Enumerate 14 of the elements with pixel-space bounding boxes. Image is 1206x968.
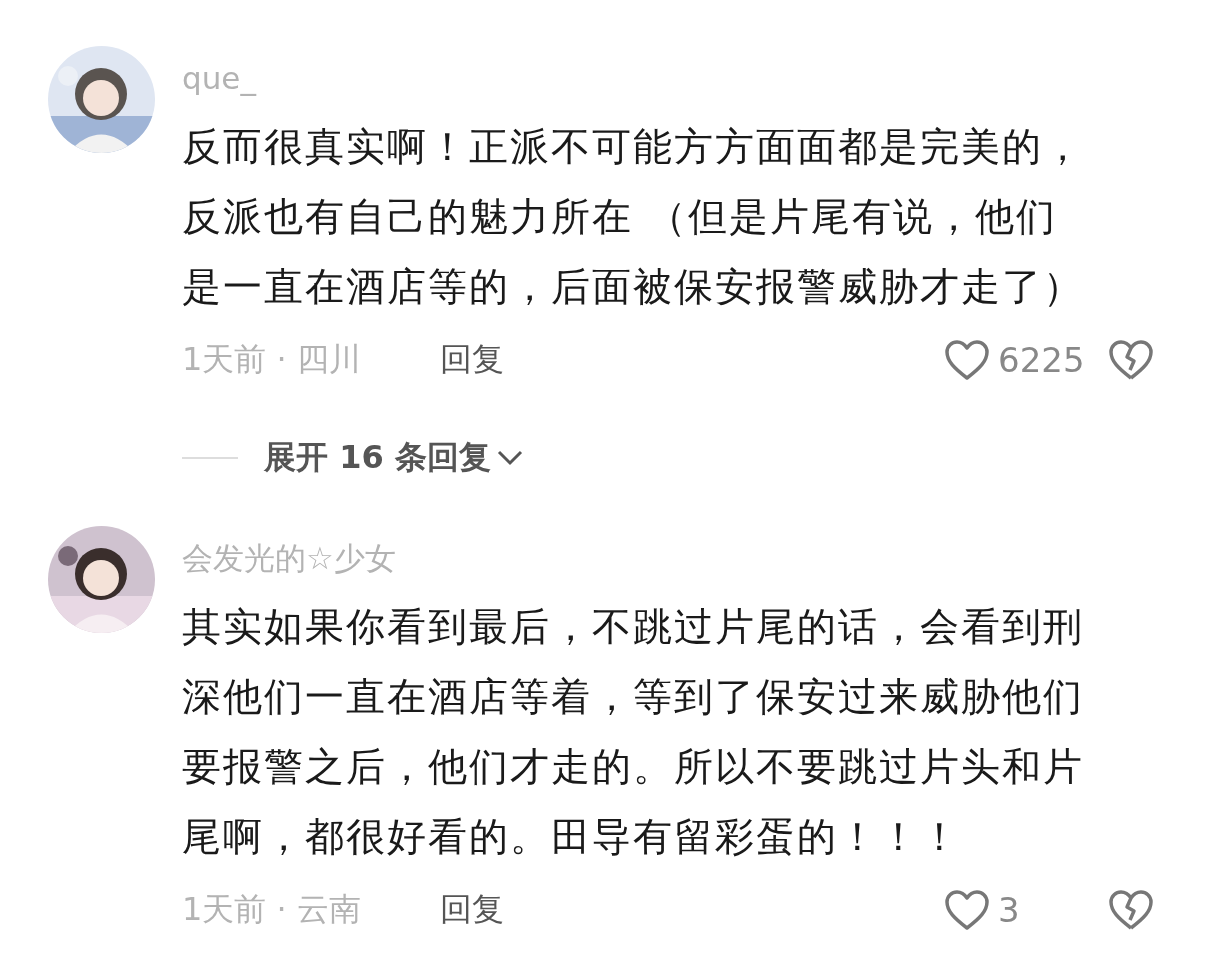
chevron-down-icon (496, 450, 523, 466)
broken-heart-icon[interactable] (1108, 339, 1154, 381)
expand-replies-button[interactable]: 展开 16 条回复 (264, 436, 523, 480)
like-count: 6225 (998, 340, 1086, 380)
comment-meta: 1天前 · 四川 (182, 339, 362, 380)
comment-text: 反而很真实啊！正派不可能方方面面都是完美的， 反派也有自己的魅力所在 （但是片尾有说，他们 是一直在酒店等的，后面被保安报警威胁才走了） (182, 123, 1085, 311)
reply-button[interactable]: 回复 (440, 888, 504, 932)
heart-icon[interactable] (944, 889, 990, 931)
like-count: 3 (998, 890, 1021, 930)
broken-heart-icon[interactable] (1108, 889, 1154, 931)
comment-meta: 1天前 · 云南 (182, 889, 362, 930)
reply-button[interactable]: 回复 (440, 338, 504, 382)
heart-icon[interactable] (944, 339, 990, 381)
comment-text: 其实如果你看到最后，不跳过片尾的话，会看到刑 深他们一直在酒店等着，等到了保安过来威胁他们 要报警之后，他们才走的。所以不要跳过片头和片 尾啊，都很好看的。田导有留彩蛋的！！！ (182, 603, 1085, 861)
